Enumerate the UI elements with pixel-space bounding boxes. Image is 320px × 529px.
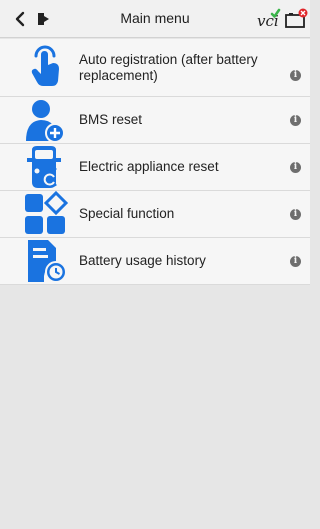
info-icon[interactable]: i [290, 162, 301, 173]
battery-alert-icon [285, 8, 308, 28]
main-menu-list: Auto registration (after battery replace… [0, 39, 310, 285]
menu-item-label: BMS reset [79, 112, 143, 127]
exit-button[interactable] [32, 7, 56, 31]
info-icon[interactable]: i [290, 115, 301, 126]
menu-item-battery-usage-history[interactable]: Battery usage history i [0, 238, 310, 285]
menu-item-auto-registration[interactable]: Auto registration (after battery replace… [0, 39, 310, 97]
menu-item-label: Electric appliance reset [79, 159, 219, 174]
vci-connected-icon: vci [257, 8, 281, 30]
battery-status[interactable] [283, 6, 309, 32]
info-icon[interactable]: i [290, 70, 301, 81]
info-icon[interactable]: i [290, 256, 301, 267]
person-add-icon [26, 100, 65, 143]
exit-icon [38, 13, 49, 25]
hand-touch-icon [31, 45, 59, 86]
car-reset-icon [27, 146, 61, 188]
back-button[interactable] [8, 7, 32, 31]
vci-status[interactable]: vci [256, 6, 282, 32]
menu-item-label: Battery usage history [79, 253, 206, 268]
grid-diamond-icon [25, 191, 68, 234]
page-title: Main menu [120, 10, 190, 26]
menu-item-special-function[interactable]: Special function i [0, 191, 310, 238]
menu-item-label: Auto registration (after battery replace… [79, 52, 258, 83]
menu-item-label: Special function [79, 206, 175, 221]
chevron-left-icon [15, 11, 25, 27]
menu-item-electric-appliance-reset[interactable]: Electric appliance reset i [0, 144, 310, 191]
document-clock-icon [28, 240, 67, 283]
top-bar: Main menu vci [0, 0, 310, 38]
info-icon[interactable]: i [290, 209, 301, 220]
menu-item-bms-reset[interactable]: BMS reset i [0, 97, 310, 144]
